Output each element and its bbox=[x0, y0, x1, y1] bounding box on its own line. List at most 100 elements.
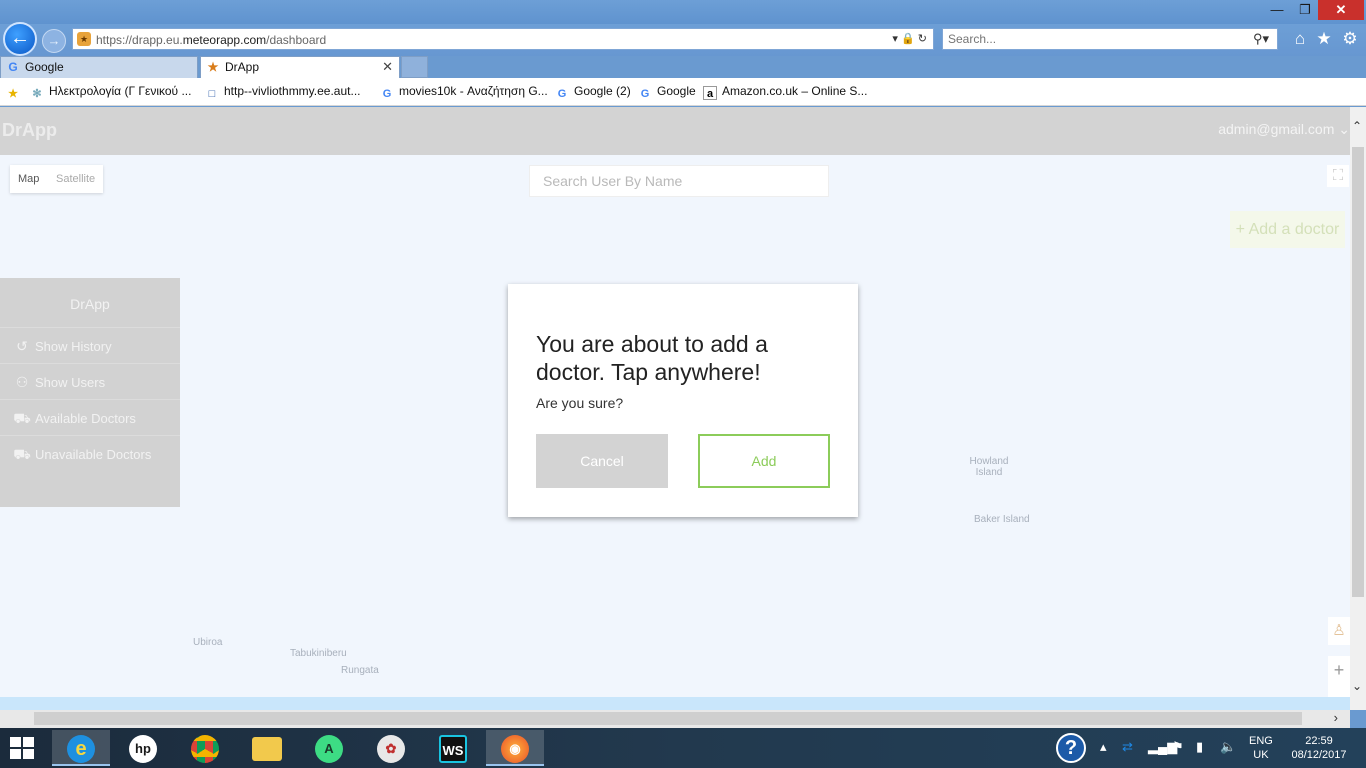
help-icon[interactable]: ? bbox=[1056, 733, 1086, 763]
vertical-scrollbar[interactable]: ⌃ ⌄ bbox=[1350, 107, 1366, 710]
refresh-icon[interactable]: ↻ bbox=[918, 33, 927, 45]
scroll-down-icon[interactable]: ⌄ bbox=[1352, 679, 1362, 693]
add-doctor-button[interactable]: + Add a doctor bbox=[1230, 211, 1345, 248]
map-type-satellite[interactable]: Satellite bbox=[56, 173, 95, 185]
favorite-item[interactable]: Gmovies10k - Αναζήτηση G... bbox=[380, 84, 548, 101]
map-label-rungata: Rungata bbox=[341, 665, 379, 676]
home-icon[interactable]: ⌂ bbox=[1289, 28, 1311, 50]
google-icon: G bbox=[8, 60, 18, 74]
browser-search-box[interactable]: ⚲▾ bbox=[942, 28, 1278, 50]
history-icon: ↺ bbox=[16, 338, 28, 354]
sidebar-item-available-doctors[interactable]: ⛟ Available Doctors bbox=[0, 399, 180, 435]
network-app-icon[interactable]: ✿ bbox=[362, 730, 420, 766]
favorite-item[interactable]: G Google (2) bbox=[555, 84, 631, 101]
dialog-message: Are you sure? bbox=[536, 395, 624, 411]
scroll-up-icon[interactable]: ⌃ bbox=[1352, 119, 1362, 133]
brand-logo[interactable]: DrApp bbox=[2, 120, 57, 141]
horizontal-scroll-thumb[interactable] bbox=[34, 712, 1302, 725]
language-region: UK bbox=[1253, 749, 1269, 761]
add-button[interactable]: Add bbox=[698, 434, 830, 488]
chevron-down-icon: ⌄ bbox=[1338, 121, 1350, 137]
search-user-field[interactable] bbox=[529, 165, 829, 197]
google-icon: G bbox=[557, 88, 567, 100]
address-tools[interactable]: ▾ 🔒 ↻ bbox=[892, 32, 927, 45]
clock[interactable]: 22:59 08/12/2017 bbox=[1288, 734, 1350, 762]
confirm-add-doctor-dialog: You are about to add a doctor. Tap anywh… bbox=[508, 284, 858, 517]
user-menu[interactable]: admin@gmail.com ⌄ bbox=[1218, 121, 1350, 138]
cancel-button[interactable]: Cancel bbox=[536, 434, 668, 488]
amazon-icon: a bbox=[703, 86, 717, 100]
clock-date: 08/12/2017 bbox=[1291, 749, 1347, 761]
dialog-title: You are about to add a doctor. Tap anywh… bbox=[536, 331, 768, 385]
restore-button[interactable]: ❐ bbox=[1290, 0, 1320, 20]
firefox-icon[interactable]: ◉ bbox=[486, 730, 544, 766]
favorite-item[interactable]: □ http--vivliothmmy.ee.aut... bbox=[205, 84, 361, 101]
flag-icon[interactable]: ⚑ bbox=[1172, 739, 1184, 755]
hp-icon[interactable]: hp bbox=[114, 730, 172, 766]
android-studio-icon[interactable]: A bbox=[300, 730, 358, 766]
sidebar-item-show-users[interactable]: ⚇ Show Users bbox=[0, 363, 180, 399]
users-icon: ⚇ bbox=[15, 374, 29, 390]
internet-explorer-icon[interactable]: e bbox=[52, 730, 110, 766]
windows-start-icon[interactable] bbox=[10, 737, 34, 759]
horizontal-scrollbar[interactable]: › bbox=[0, 710, 1350, 728]
tab-label: Google bbox=[25, 60, 64, 74]
close-window-button[interactable]: ✕ bbox=[1318, 0, 1364, 20]
dropdown-icon[interactable]: ▾ bbox=[892, 33, 898, 45]
map-label-howland: Howland Island bbox=[969, 456, 1009, 478]
language-code: ENG bbox=[1249, 735, 1273, 747]
close-tab-icon[interactable]: ✕ bbox=[382, 57, 393, 77]
forward-button[interactable]: → bbox=[42, 29, 66, 53]
street-view-pegman-icon[interactable]: ♙ bbox=[1328, 617, 1350, 645]
doc-icon: □ bbox=[208, 88, 216, 100]
tab-google[interactable]: G Google bbox=[0, 56, 198, 78]
page-icon: ✻ bbox=[32, 88, 42, 100]
add-favorite-icon[interactable]: ★ bbox=[6, 84, 25, 101]
back-button[interactable]: ← bbox=[3, 22, 37, 56]
favorite-item[interactable]: a Amazon.co.uk – Online S... bbox=[703, 84, 867, 100]
taskbar: e hp A ✿ WS ◉ ? ▴ ⇄ ▂▄▆ ⚑ ▮ 🔈 ENG UK 22:… bbox=[0, 728, 1366, 768]
webstorm-icon[interactable]: WS bbox=[424, 730, 482, 766]
map-label-ubiroa: Ubiroa bbox=[193, 637, 223, 648]
sidebar-item-show-history[interactable]: ↺ Show History bbox=[0, 327, 180, 363]
clock-time: 22:59 bbox=[1305, 735, 1333, 747]
sidebar-item-unavailable-doctors[interactable]: ⛟ Unavailable Doctors bbox=[0, 435, 180, 471]
show-hidden-icons-icon[interactable]: ▴ bbox=[1100, 739, 1107, 755]
language-indicator[interactable]: ENG UK bbox=[1249, 734, 1273, 762]
meteor-icon: ★ bbox=[77, 32, 91, 46]
address-bar[interactable]: ★ https://drapp.eu.meteorapp.com/dashboa… bbox=[72, 28, 934, 50]
file-explorer-icon[interactable] bbox=[238, 730, 296, 766]
map-type-map[interactable]: Map bbox=[18, 173, 39, 185]
fullscreen-icon[interactable]: ⛶ bbox=[1327, 165, 1349, 187]
new-tab-button[interactable] bbox=[401, 56, 428, 78]
vertical-scroll-thumb[interactable] bbox=[1352, 147, 1364, 597]
window-titlebar: — ❐ ✕ bbox=[0, 0, 1366, 24]
scroll-right-icon[interactable]: › bbox=[1334, 710, 1338, 725]
gear-icon[interactable]: ⚙ bbox=[1339, 28, 1361, 50]
sidebar-title: DrApp bbox=[70, 296, 110, 312]
minimize-button[interactable]: — bbox=[1262, 0, 1292, 20]
favorites-star-icon[interactable]: ★ bbox=[1313, 28, 1335, 50]
map-label-baker: Baker Island bbox=[974, 514, 1030, 525]
tab-drapp[interactable]: ★ DrApp ✕ bbox=[200, 56, 400, 78]
favorite-item[interactable]: G Google bbox=[638, 84, 696, 101]
search-user-input[interactable] bbox=[530, 166, 828, 196]
browser-search-input[interactable] bbox=[943, 29, 1233, 49]
google-icon: G bbox=[640, 88, 650, 100]
app-header: DrApp admin@gmail.com ⌄ bbox=[0, 107, 1350, 155]
address-url: https://drapp.eu.meteorapp.com/dashboard bbox=[96, 33, 327, 47]
favorites-bar: ★ ✻ Ηλεκτρολογία (Γ Γενικού ... □ http--vi… bbox=[0, 78, 1366, 106]
lock-icon[interactable]: 🔒 bbox=[901, 33, 915, 45]
search-icon[interactable]: ⚲▾ bbox=[1253, 31, 1269, 47]
volume-icon[interactable]: 🔈 bbox=[1220, 739, 1236, 755]
zoom-in-button[interactable]: + bbox=[1328, 656, 1350, 684]
tab-label: DrApp bbox=[225, 60, 260, 74]
chrome-icon[interactable] bbox=[176, 730, 234, 766]
map-label-tabukiniberu: Tabukiniberu bbox=[290, 648, 347, 659]
teamviewer-icon[interactable]: ⇄ bbox=[1122, 739, 1133, 755]
favorite-item[interactable]: ✻ Ηλεκτρολογία (Γ Γενικού ... bbox=[30, 84, 191, 101]
map-type-control: Map Satellite bbox=[10, 165, 103, 193]
google-icon: G bbox=[382, 88, 392, 100]
sidebar: DrApp ↺ Show History ⚇ Show Users ⛟ Availab… bbox=[0, 278, 180, 507]
battery-icon[interactable]: ▮ bbox=[1196, 739, 1203, 755]
